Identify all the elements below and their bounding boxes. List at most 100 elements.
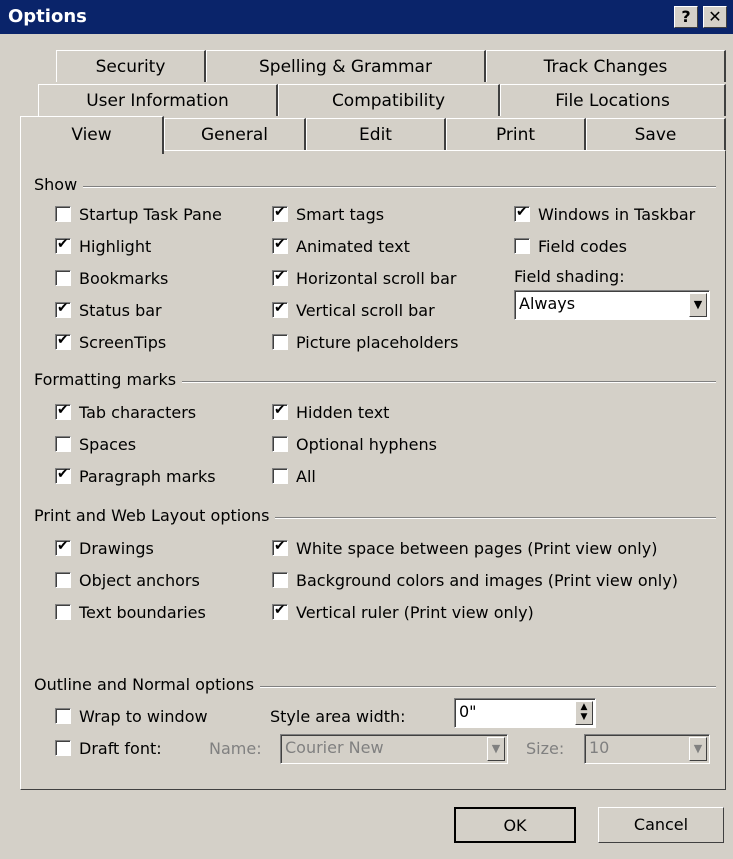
windows-in-taskbar-label: Windows in Taskbar	[538, 204, 696, 224]
smart-tags-checkbox[interactable]: Smart tags	[272, 202, 384, 226]
screentips-label: ScreenTips	[79, 332, 167, 352]
field-codes-label: Field codes	[538, 236, 627, 256]
checkbox-box[interactable]	[272, 468, 288, 484]
white-space-checkbox[interactable]: White space between pages (Print view on…	[272, 536, 657, 560]
checkbox-box[interactable]	[272, 204, 288, 222]
optional-hyphens-label: Optional hyphens	[296, 434, 437, 454]
options-dialog: Security Spelling & Grammar Track Change…	[0, 34, 733, 859]
checkbox-box[interactable]	[272, 538, 288, 556]
style-area-width-label: Style area width:	[270, 707, 406, 726]
animated-text-label: Animated text	[296, 236, 410, 256]
draft-font-checkbox[interactable]: Draft font:	[55, 736, 162, 760]
chevron-down-icon[interactable]: ▼	[689, 293, 707, 317]
wrap-to-window-label: Wrap to window	[79, 706, 208, 726]
windows-in-taskbar-checkbox[interactable]: Windows in Taskbar	[514, 202, 695, 226]
startup-task-pane-label: Startup Task Pane	[79, 204, 222, 224]
tab-user-information[interactable]: User Information	[38, 84, 278, 116]
checkbox-box[interactable]	[514, 238, 530, 254]
screentips-checkbox[interactable]: ScreenTips	[55, 330, 166, 354]
checkbox-box[interactable]	[55, 604, 71, 620]
print-web-heading: Print and Web Layout options	[34, 506, 276, 525]
hidden-text-checkbox[interactable]: Hidden text	[272, 400, 389, 424]
checkbox-box[interactable]	[272, 300, 288, 318]
object-anchors-checkbox[interactable]: Object anchors	[55, 568, 200, 592]
tab-spelling-grammar[interactable]: Spelling & Grammar	[206, 50, 486, 82]
checkbox-box[interactable]	[55, 332, 71, 350]
startup-task-pane-checkbox[interactable]: Startup Task Pane	[55, 202, 222, 226]
name-label: Name:	[209, 739, 262, 758]
field-shading-label: Field shading:	[514, 267, 625, 286]
tab-characters-label: Tab characters	[79, 402, 197, 422]
checkbox-box[interactable]	[55, 740, 71, 756]
checkbox-box[interactable]	[514, 204, 530, 222]
style-area-width-field[interactable]: 0" ▲ ▼	[454, 698, 596, 728]
size-label: Size:	[526, 739, 565, 758]
vertical-scroll-bar-checkbox[interactable]: Vertical scroll bar	[272, 298, 435, 322]
question-mark-icon: ?	[681, 7, 691, 26]
tab-edit[interactable]: Edit	[306, 118, 446, 150]
tab-file-locations[interactable]: File Locations	[500, 84, 726, 116]
animated-text-checkbox[interactable]: Animated text	[272, 234, 410, 258]
checkbox-box[interactable]	[272, 402, 288, 420]
tab-print[interactable]: Print	[446, 118, 586, 150]
text-boundaries-checkbox[interactable]: Text boundaries	[55, 600, 206, 624]
picture-placeholders-checkbox[interactable]: Picture placeholders	[272, 330, 458, 354]
background-colors-checkbox[interactable]: Background colors and images (Print view…	[272, 568, 678, 592]
optional-hyphens-checkbox[interactable]: Optional hyphens	[272, 432, 437, 456]
ok-button[interactable]: OK	[454, 807, 576, 843]
checkbox-box[interactable]	[272, 268, 288, 286]
vertical-ruler-checkbox[interactable]: Vertical ruler (Print view only)	[272, 600, 534, 624]
spinner-icon[interactable]: ▲ ▼	[575, 701, 593, 725]
tab-track-changes[interactable]: Track Changes	[486, 50, 726, 82]
checkbox-box[interactable]	[55, 538, 71, 556]
picture-placeholders-label: Picture placeholders	[296, 332, 459, 352]
checkbox-box[interactable]	[55, 236, 71, 254]
show-heading: Show	[34, 175, 84, 194]
highlight-checkbox[interactable]: Highlight	[55, 234, 151, 258]
spaces-checkbox[interactable]: Spaces	[55, 432, 136, 456]
name-select[interactable]: Courier New ▼	[280, 734, 508, 764]
cancel-button[interactable]: Cancel	[598, 807, 724, 843]
horizontal-scroll-bar-checkbox[interactable]: Horizontal scroll bar	[272, 266, 456, 290]
checkbox-box[interactable]	[55, 708, 71, 724]
bookmarks-label: Bookmarks	[79, 268, 169, 288]
checkbox-box[interactable]	[55, 206, 71, 222]
tab-characters-checkbox[interactable]: Tab characters	[55, 400, 196, 424]
chevron-down-icon[interactable]: ▼	[689, 737, 707, 761]
object-anchors-label: Object anchors	[79, 570, 200, 590]
checkbox-box[interactable]	[55, 572, 71, 588]
background-colors-label: Background colors and images (Print view…	[296, 570, 678, 590]
tab-view[interactable]: View	[20, 116, 164, 154]
size-select[interactable]: 10 ▼	[584, 734, 710, 764]
paragraph-marks-checkbox[interactable]: Paragraph marks	[55, 464, 216, 488]
outline-heading: Outline and Normal options	[34, 675, 261, 694]
checkbox-box[interactable]	[272, 236, 288, 254]
close-button[interactable]: ✕	[703, 6, 727, 28]
drawings-checkbox[interactable]: Drawings	[55, 536, 154, 560]
help-button[interactable]: ?	[674, 6, 698, 28]
checkbox-box[interactable]	[55, 300, 71, 318]
all-checkbox[interactable]: All	[272, 464, 316, 488]
checkbox-box[interactable]	[272, 602, 288, 620]
checkbox-box[interactable]	[272, 334, 288, 350]
field-shading-select[interactable]: Always ▼	[514, 290, 710, 320]
chevron-down-icon[interactable]: ▼	[487, 737, 505, 761]
status-bar-checkbox[interactable]: Status bar	[55, 298, 162, 322]
tab-security[interactable]: Security	[56, 50, 206, 82]
checkbox-box[interactable]	[55, 466, 71, 484]
checkbox-box[interactable]	[272, 436, 288, 452]
field-shading-value: Always	[519, 294, 576, 313]
bookmarks-checkbox[interactable]: Bookmarks	[55, 266, 168, 290]
tab-compatibility[interactable]: Compatibility	[278, 84, 500, 116]
field-codes-checkbox[interactable]: Field codes	[514, 234, 627, 258]
checkbox-box[interactable]	[55, 436, 71, 452]
size-value: 10	[589, 738, 610, 757]
tab-save[interactable]: Save	[586, 118, 726, 150]
checkbox-box[interactable]	[272, 572, 288, 588]
wrap-to-window-checkbox[interactable]: Wrap to window	[55, 704, 208, 728]
checkbox-box[interactable]	[55, 402, 71, 420]
formatting-heading: Formatting marks	[34, 370, 183, 389]
hidden-text-label: Hidden text	[296, 402, 390, 422]
tab-general[interactable]: General	[164, 118, 306, 150]
checkbox-box[interactable]	[55, 270, 71, 286]
